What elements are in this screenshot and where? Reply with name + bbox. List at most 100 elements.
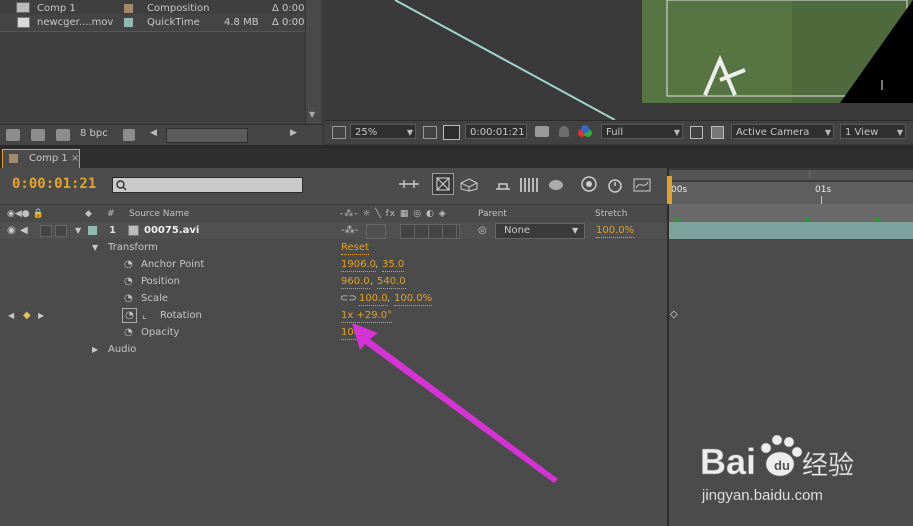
property-value-x[interactable]: 1906.0 xyxy=(341,258,376,272)
camera-dropdown[interactable]: Active Camera ▼ xyxy=(731,124,834,139)
layer-duration-bar[interactable] xyxy=(669,222,913,239)
constrain-proportions-icon[interactable]: ⊂⊃ xyxy=(340,290,357,307)
divider xyxy=(0,31,305,32)
composition-mini-flowchart-icon[interactable] xyxy=(398,178,420,191)
stopwatch-icon[interactable]: ◔ xyxy=(124,256,133,273)
stopwatch-icon[interactable]: ◔ xyxy=(124,324,133,341)
audio-icon[interactable]: ◀ xyxy=(20,222,28,239)
av-switches-header-icon[interactable]: ◉◀● 🔒 xyxy=(7,205,44,223)
shy-switch-icon[interactable]: -⁂- xyxy=(341,222,358,239)
layer-switches-header-icons[interactable]: -⁂- ☼ ╲ fx ▦ ◎ ◐ ◈ xyxy=(340,205,447,223)
hide-shy-layers-icon[interactable] xyxy=(494,178,512,192)
property-value-x[interactable]: 960.0 xyxy=(341,275,370,289)
draft-3d-icon[interactable] xyxy=(459,178,479,192)
composition-viewer[interactable] xyxy=(325,0,913,120)
quality-switch-icon[interactable] xyxy=(366,224,386,239)
keyframe-diamond-icon[interactable]: ◇ xyxy=(670,309,678,320)
graph-icon[interactable]: ⌞ xyxy=(142,307,147,324)
layer-name[interactable]: 00075.avi xyxy=(144,222,199,239)
twirl-down-icon[interactable]: ▼ xyxy=(75,222,81,239)
property-value-y[interactable]: 540.0 xyxy=(377,275,406,289)
reset-link[interactable]: Reset xyxy=(341,241,369,255)
live-update-icon[interactable] xyxy=(432,173,454,195)
search-input[interactable] xyxy=(112,177,303,193)
property-value-y[interactable]: 100.0% xyxy=(394,292,433,306)
new-folder-icon[interactable] xyxy=(31,129,45,141)
twirl-down-icon[interactable]: ▼ xyxy=(92,239,98,256)
scroll-left-icon[interactable]: ◀ xyxy=(150,128,157,138)
label-color-swatch[interactable] xyxy=(124,18,133,27)
column-header-number[interactable]: # xyxy=(107,205,115,223)
work-area-range[interactable] xyxy=(669,170,913,180)
frame-blending-icon[interactable] xyxy=(520,178,538,192)
label-color-swatch[interactable] xyxy=(124,4,133,13)
transform-group-row[interactable]: ▼ Transform Reset xyxy=(0,239,667,257)
solo-switch[interactable] xyxy=(40,225,52,237)
time-ruler[interactable]: 00s 01s xyxy=(667,170,913,204)
layer-row[interactable]: ◉ ◀ ▼ 1 00075.avi -⁂- ◎ None ▼ 100.0% xyxy=(0,222,667,240)
stretch-value[interactable]: 100.0% xyxy=(596,224,635,238)
layer-switch-boxes[interactable] xyxy=(400,224,460,239)
property-value-x[interactable]: 100.0 xyxy=(359,292,388,306)
work-area-bar[interactable] xyxy=(669,168,913,182)
lock-switch[interactable] xyxy=(55,225,67,237)
tab-comp-1[interactable]: Comp 1 × xyxy=(2,149,80,168)
transform-label: Transform xyxy=(108,242,158,253)
channels-icon[interactable] xyxy=(578,125,593,139)
label-color-swatch[interactable] xyxy=(88,226,97,235)
chevron-down-icon: ▼ xyxy=(824,128,831,137)
scroll-right-icon[interactable]: ▶ xyxy=(290,128,297,138)
stopwatch-icon[interactable]: ◔ xyxy=(124,290,133,307)
svg-text:经验: 经验 xyxy=(802,451,854,481)
project-scrollbar[interactable]: ▼ xyxy=(305,0,321,124)
grid-icon[interactable] xyxy=(423,126,437,139)
viewer-toolbar: 25% ▼ 0:00:01:21 Full ▼ Active Camera ▼ 1 V… xyxy=(325,120,913,144)
interpret-footage-icon[interactable] xyxy=(6,129,20,141)
motion-blur-icon[interactable] xyxy=(547,178,565,192)
zoom-dropdown[interactable]: 25% ▼ xyxy=(350,124,416,139)
stopwatch-active-icon[interactable]: ◔ xyxy=(122,308,137,323)
viewer-timecode[interactable]: 0:00:01:21 xyxy=(465,124,527,139)
auto-keyframe-icon[interactable] xyxy=(607,176,623,193)
stopwatch-icon[interactable]: ◔ xyxy=(124,273,133,290)
region-of-interest-icon[interactable] xyxy=(443,125,460,140)
graph-editor-icon[interactable] xyxy=(633,178,651,192)
chevron-down-icon: ▼ xyxy=(673,128,680,137)
pick-whip-icon[interactable]: ◎ xyxy=(478,222,487,239)
column-header-source-name[interactable]: Source Name xyxy=(129,205,189,223)
trash-icon[interactable] xyxy=(123,129,135,141)
brainstorm-icon[interactable] xyxy=(580,176,598,193)
show-snapshot-icon[interactable] xyxy=(559,126,569,137)
project-item-size: 4.8 MB xyxy=(224,17,259,28)
close-icon[interactable]: × xyxy=(71,150,79,167)
new-composition-icon[interactable] xyxy=(56,129,70,141)
property-row-position[interactable]: ◔ Position 960.0 , 540.0 xyxy=(0,273,667,291)
always-preview-icon[interactable] xyxy=(332,126,346,139)
fast-previews-icon[interactable] xyxy=(690,126,703,139)
video-visibility-icon[interactable]: ◉ xyxy=(7,222,16,239)
property-value-y[interactable]: 35.0 xyxy=(382,258,405,272)
resolution-dropdown[interactable]: Full ▼ xyxy=(601,124,683,139)
property-row-anchor-point[interactable]: ◔ Anchor Point 1906.0 , 35.0 xyxy=(0,256,667,274)
transparency-grid-icon[interactable] xyxy=(711,126,724,139)
scroll-down-icon[interactable]: ▼ xyxy=(309,110,315,119)
column-header-stretch[interactable]: Stretch xyxy=(595,205,627,223)
property-row-scale[interactable]: ◔ Scale ⊂⊃ 100.0 , 100.0% xyxy=(0,290,667,308)
svg-text:jingyan.baidu.com: jingyan.baidu.com xyxy=(701,487,823,504)
next-keyframe-icon[interactable]: ▶ xyxy=(38,307,44,324)
cache-marker xyxy=(805,218,809,221)
timeline-current-time[interactable]: 0:00:01:21 xyxy=(12,176,96,192)
previous-keyframe-icon[interactable]: ◀ xyxy=(8,307,14,324)
add-keyframe-icon[interactable]: ◆ xyxy=(23,307,31,324)
column-header-parent[interactable]: Parent xyxy=(478,205,507,223)
work-area-start-handle[interactable] xyxy=(667,176,672,204)
twirl-right-icon[interactable]: ▶ xyxy=(92,341,98,358)
current-time-indicator[interactable] xyxy=(809,170,810,178)
bit-depth-label[interactable]: 8 bpc xyxy=(80,128,108,139)
view-layout-dropdown[interactable]: 1 View ▼ xyxy=(840,124,906,139)
label-column-icon[interactable]: ◆ xyxy=(85,205,92,223)
horizontal-scrollbar-thumb[interactable] xyxy=(166,128,248,143)
snapshot-icon[interactable] xyxy=(535,126,549,137)
project-item-footage[interactable]: newcger....mov QuickTime 4.8 MB Δ 0:00 xyxy=(0,14,305,31)
parent-dropdown[interactable]: None ▼ xyxy=(495,223,585,239)
